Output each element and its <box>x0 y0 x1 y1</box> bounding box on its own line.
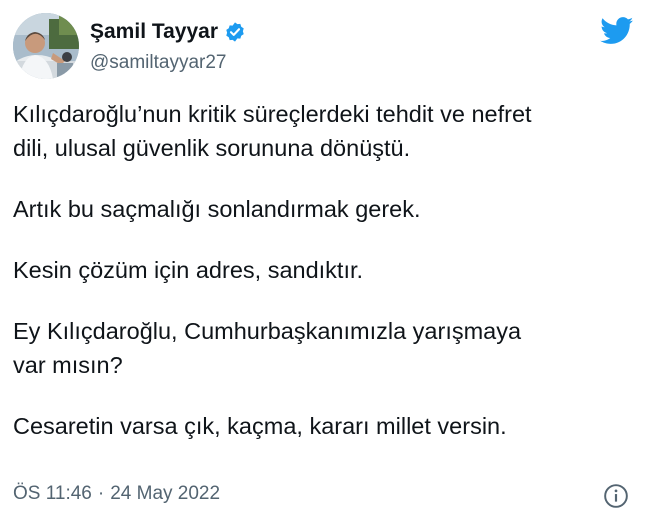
user-name-row: Şamil Tayyar <box>90 19 246 45</box>
tweet-paragraph: Kılıçdaroğlu’nun kritik süreçlerdeki teh… <box>13 101 532 161</box>
tweet-time: ÖS 11:46 <box>13 483 92 504</box>
timestamp-separator: · <box>97 483 105 504</box>
tweet-paragraph: Cesaretin varsa çık, kaçma, kararı mille… <box>13 413 507 439</box>
tweet-date: 24 May 2022 <box>110 483 221 504</box>
tweet-paragraph: Kesin çözüm için adres, sandıktır. <box>13 257 364 283</box>
tweet-paragraph: Ey Kılıçdaroğlu, Cumhurbaşkanımızla yarı… <box>13 318 522 378</box>
tweet-timestamp[interactable]: ÖS 11:46 · 24 May 2022 <box>13 482 220 506</box>
display-name[interactable]: Şamil Tayyar <box>90 19 218 45</box>
user-handle[interactable]: @samiltayyar27 <box>90 51 227 75</box>
avatar[interactable] <box>13 13 79 79</box>
profile-photo <box>13 13 79 79</box>
tweet-text: Kılıçdaroğlu’nun kritik süreçlerdeki teh… <box>13 97 643 443</box>
tweet-paragraph: Artık bu saçmalığı sonlandırmak gerek. <box>13 196 421 222</box>
info-icon[interactable] <box>603 483 629 509</box>
tweet-card: Şamil Tayyar @samiltayyar27 Kılıçdaroğlu… <box>0 0 650 517</box>
twitter-bird-icon[interactable] <box>600 17 634 45</box>
verified-badge-icon <box>226 22 244 42</box>
